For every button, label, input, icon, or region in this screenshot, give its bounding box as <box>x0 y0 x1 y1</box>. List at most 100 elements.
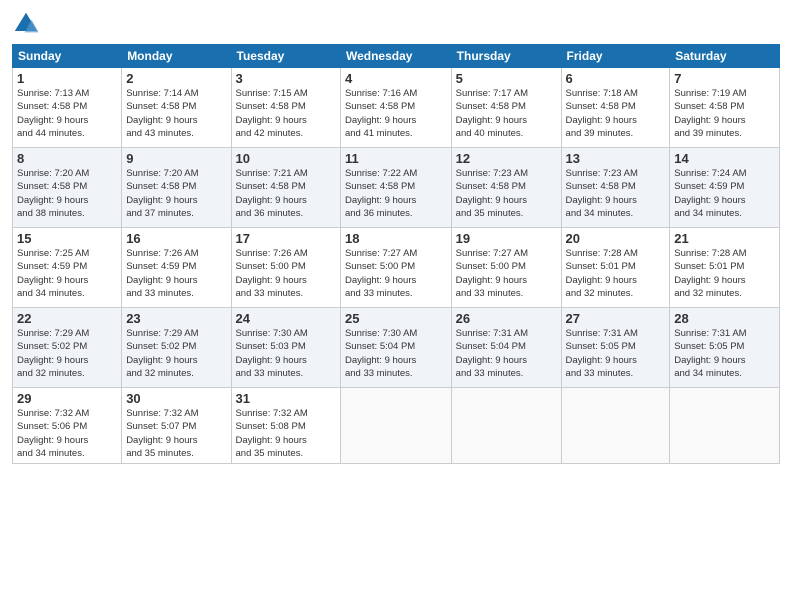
calendar-cell <box>340 388 451 464</box>
day-number: 10 <box>236 151 336 166</box>
day-info: Sunrise: 7:18 AM Sunset: 4:58 PM Dayligh… <box>566 87 666 140</box>
calendar-cell: 17Sunrise: 7:26 AM Sunset: 5:00 PM Dayli… <box>231 228 340 308</box>
day-number: 26 <box>456 311 557 326</box>
calendar-cell: 20Sunrise: 7:28 AM Sunset: 5:01 PM Dayli… <box>561 228 670 308</box>
calendar-cell: 5Sunrise: 7:17 AM Sunset: 4:58 PM Daylig… <box>451 68 561 148</box>
day-info: Sunrise: 7:23 AM Sunset: 4:58 PM Dayligh… <box>566 167 666 220</box>
day-number: 17 <box>236 231 336 246</box>
day-number: 3 <box>236 71 336 86</box>
day-number: 20 <box>566 231 666 246</box>
day-number: 14 <box>674 151 775 166</box>
day-info: Sunrise: 7:19 AM Sunset: 4:58 PM Dayligh… <box>674 87 775 140</box>
day-info: Sunrise: 7:28 AM Sunset: 5:01 PM Dayligh… <box>566 247 666 300</box>
calendar-cell: 4Sunrise: 7:16 AM Sunset: 4:58 PM Daylig… <box>340 68 451 148</box>
day-info: Sunrise: 7:30 AM Sunset: 5:04 PM Dayligh… <box>345 327 447 380</box>
calendar-header-row: SundayMondayTuesdayWednesdayThursdayFrid… <box>13 45 780 68</box>
logo <box>12 10 44 38</box>
page: SundayMondayTuesdayWednesdayThursdayFrid… <box>0 0 792 612</box>
day-info: Sunrise: 7:29 AM Sunset: 5:02 PM Dayligh… <box>126 327 226 380</box>
day-header-monday: Monday <box>122 45 231 68</box>
day-number: 25 <box>345 311 447 326</box>
calendar-cell <box>670 388 780 464</box>
calendar-cell: 26Sunrise: 7:31 AM Sunset: 5:04 PM Dayli… <box>451 308 561 388</box>
calendar-cell <box>561 388 670 464</box>
calendar-cell: 6Sunrise: 7:18 AM Sunset: 4:58 PM Daylig… <box>561 68 670 148</box>
day-number: 5 <box>456 71 557 86</box>
calendar-cell: 25Sunrise: 7:30 AM Sunset: 5:04 PM Dayli… <box>340 308 451 388</box>
calendar-cell: 7Sunrise: 7:19 AM Sunset: 4:58 PM Daylig… <box>670 68 780 148</box>
day-number: 21 <box>674 231 775 246</box>
day-info: Sunrise: 7:25 AM Sunset: 4:59 PM Dayligh… <box>17 247 117 300</box>
day-number: 15 <box>17 231 117 246</box>
day-info: Sunrise: 7:27 AM Sunset: 5:00 PM Dayligh… <box>456 247 557 300</box>
day-info: Sunrise: 7:27 AM Sunset: 5:00 PM Dayligh… <box>345 247 447 300</box>
day-info: Sunrise: 7:29 AM Sunset: 5:02 PM Dayligh… <box>17 327 117 380</box>
calendar-cell: 24Sunrise: 7:30 AM Sunset: 5:03 PM Dayli… <box>231 308 340 388</box>
week-row-1: 1Sunrise: 7:13 AM Sunset: 4:58 PM Daylig… <box>13 68 780 148</box>
week-row-4: 22Sunrise: 7:29 AM Sunset: 5:02 PM Dayli… <box>13 308 780 388</box>
day-info: Sunrise: 7:15 AM Sunset: 4:58 PM Dayligh… <box>236 87 336 140</box>
day-number: 16 <box>126 231 226 246</box>
week-row-2: 8Sunrise: 7:20 AM Sunset: 4:58 PM Daylig… <box>13 148 780 228</box>
day-info: Sunrise: 7:16 AM Sunset: 4:58 PM Dayligh… <box>345 87 447 140</box>
calendar-cell: 3Sunrise: 7:15 AM Sunset: 4:58 PM Daylig… <box>231 68 340 148</box>
day-info: Sunrise: 7:31 AM Sunset: 5:05 PM Dayligh… <box>674 327 775 380</box>
day-info: Sunrise: 7:31 AM Sunset: 5:05 PM Dayligh… <box>566 327 666 380</box>
calendar-cell: 16Sunrise: 7:26 AM Sunset: 4:59 PM Dayli… <box>122 228 231 308</box>
day-number: 23 <box>126 311 226 326</box>
day-info: Sunrise: 7:21 AM Sunset: 4:58 PM Dayligh… <box>236 167 336 220</box>
calendar: SundayMondayTuesdayWednesdayThursdayFrid… <box>12 44 780 464</box>
day-number: 2 <box>126 71 226 86</box>
day-number: 18 <box>345 231 447 246</box>
day-number: 31 <box>236 391 336 406</box>
calendar-cell: 18Sunrise: 7:27 AM Sunset: 5:00 PM Dayli… <box>340 228 451 308</box>
day-number: 12 <box>456 151 557 166</box>
day-number: 29 <box>17 391 117 406</box>
day-header-friday: Friday <box>561 45 670 68</box>
calendar-cell: 29Sunrise: 7:32 AM Sunset: 5:06 PM Dayli… <box>13 388 122 464</box>
calendar-cell: 14Sunrise: 7:24 AM Sunset: 4:59 PM Dayli… <box>670 148 780 228</box>
day-info: Sunrise: 7:23 AM Sunset: 4:58 PM Dayligh… <box>456 167 557 220</box>
day-info: Sunrise: 7:20 AM Sunset: 4:58 PM Dayligh… <box>126 167 226 220</box>
day-header-sunday: Sunday <box>13 45 122 68</box>
calendar-cell: 1Sunrise: 7:13 AM Sunset: 4:58 PM Daylig… <box>13 68 122 148</box>
calendar-cell: 27Sunrise: 7:31 AM Sunset: 5:05 PM Dayli… <box>561 308 670 388</box>
day-header-wednesday: Wednesday <box>340 45 451 68</box>
day-info: Sunrise: 7:22 AM Sunset: 4:58 PM Dayligh… <box>345 167 447 220</box>
day-number: 7 <box>674 71 775 86</box>
calendar-cell: 30Sunrise: 7:32 AM Sunset: 5:07 PM Dayli… <box>122 388 231 464</box>
day-info: Sunrise: 7:28 AM Sunset: 5:01 PM Dayligh… <box>674 247 775 300</box>
calendar-cell: 12Sunrise: 7:23 AM Sunset: 4:58 PM Dayli… <box>451 148 561 228</box>
day-info: Sunrise: 7:17 AM Sunset: 4:58 PM Dayligh… <box>456 87 557 140</box>
day-number: 22 <box>17 311 117 326</box>
day-number: 4 <box>345 71 447 86</box>
day-info: Sunrise: 7:26 AM Sunset: 4:59 PM Dayligh… <box>126 247 226 300</box>
day-info: Sunrise: 7:20 AM Sunset: 4:58 PM Dayligh… <box>17 167 117 220</box>
day-number: 9 <box>126 151 226 166</box>
day-number: 30 <box>126 391 226 406</box>
day-info: Sunrise: 7:13 AM Sunset: 4:58 PM Dayligh… <box>17 87 117 140</box>
logo-icon <box>12 10 40 38</box>
day-info: Sunrise: 7:26 AM Sunset: 5:00 PM Dayligh… <box>236 247 336 300</box>
calendar-cell: 8Sunrise: 7:20 AM Sunset: 4:58 PM Daylig… <box>13 148 122 228</box>
calendar-cell: 31Sunrise: 7:32 AM Sunset: 5:08 PM Dayli… <box>231 388 340 464</box>
calendar-cell <box>451 388 561 464</box>
day-info: Sunrise: 7:14 AM Sunset: 4:58 PM Dayligh… <box>126 87 226 140</box>
day-header-saturday: Saturday <box>670 45 780 68</box>
day-number: 8 <box>17 151 117 166</box>
calendar-cell: 9Sunrise: 7:20 AM Sunset: 4:58 PM Daylig… <box>122 148 231 228</box>
calendar-cell: 22Sunrise: 7:29 AM Sunset: 5:02 PM Dayli… <box>13 308 122 388</box>
day-number: 24 <box>236 311 336 326</box>
calendar-cell: 23Sunrise: 7:29 AM Sunset: 5:02 PM Dayli… <box>122 308 231 388</box>
calendar-cell: 10Sunrise: 7:21 AM Sunset: 4:58 PM Dayli… <box>231 148 340 228</box>
calendar-cell: 21Sunrise: 7:28 AM Sunset: 5:01 PM Dayli… <box>670 228 780 308</box>
day-info: Sunrise: 7:32 AM Sunset: 5:06 PM Dayligh… <box>17 407 117 460</box>
day-info: Sunrise: 7:24 AM Sunset: 4:59 PM Dayligh… <box>674 167 775 220</box>
calendar-cell: 11Sunrise: 7:22 AM Sunset: 4:58 PM Dayli… <box>340 148 451 228</box>
day-number: 28 <box>674 311 775 326</box>
day-info: Sunrise: 7:31 AM Sunset: 5:04 PM Dayligh… <box>456 327 557 380</box>
calendar-cell: 19Sunrise: 7:27 AM Sunset: 5:00 PM Dayli… <box>451 228 561 308</box>
day-number: 1 <box>17 71 117 86</box>
day-number: 27 <box>566 311 666 326</box>
day-info: Sunrise: 7:32 AM Sunset: 5:08 PM Dayligh… <box>236 407 336 460</box>
